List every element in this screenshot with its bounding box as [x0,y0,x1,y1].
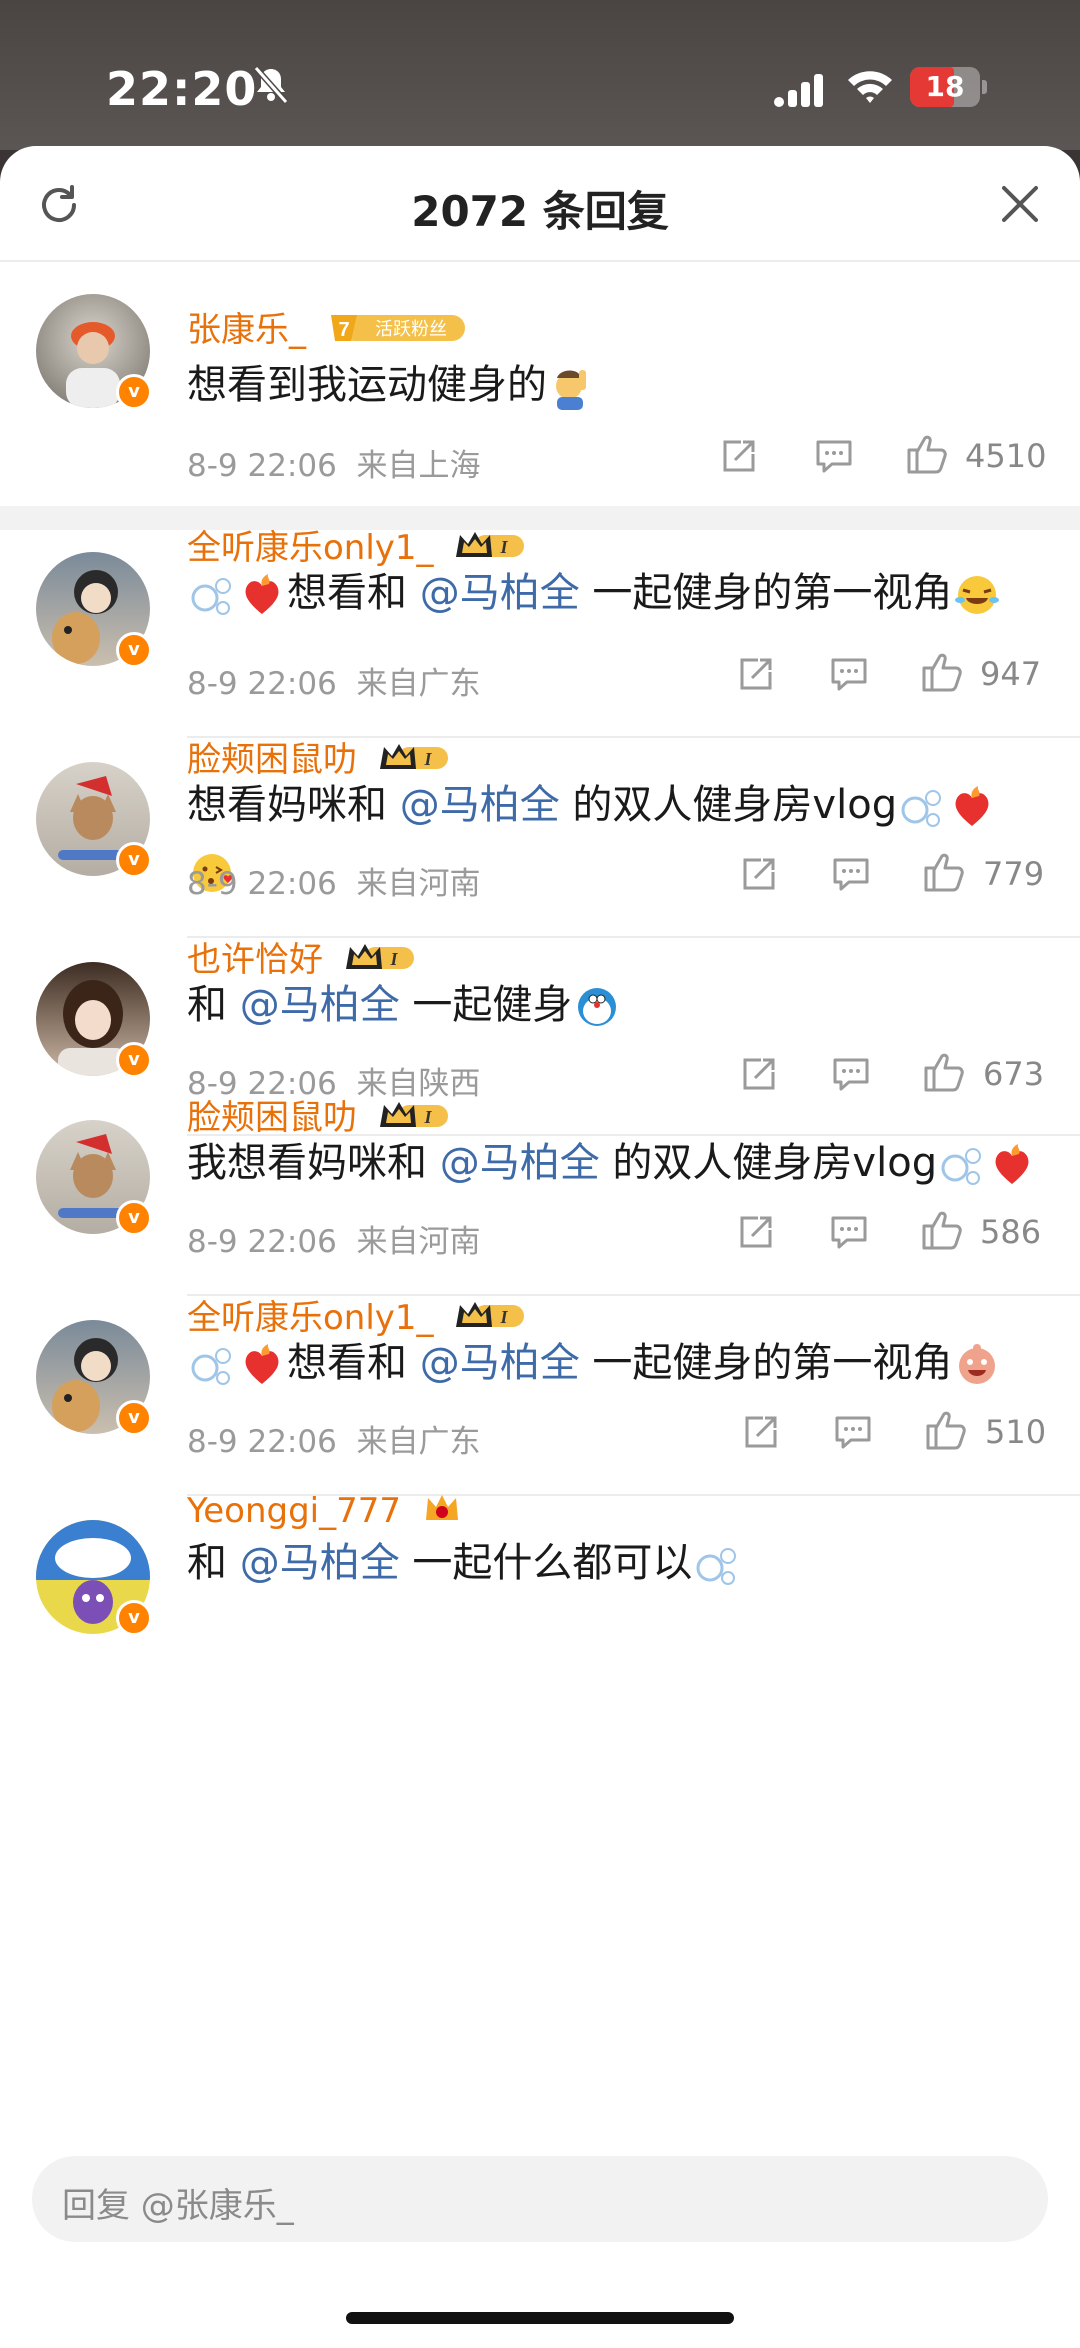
svg-text:I: I [389,949,398,969]
reply-placeholder: 回复 @张康乐_ [62,2186,294,2226]
like-count: 947 [980,655,1042,693]
share-icon[interactable] [739,1054,779,1094]
comment-icon[interactable] [829,654,869,694]
like-count: 673 [983,1055,1045,1093]
mention-link[interactable]: @马柏全 [420,570,580,616]
svg-text:I: I [423,749,432,769]
cheering-doll-emoji-icon [959,1344,996,1384]
fan-badge: 7 活跃粉丝 [327,309,467,354]
svg-text:7: 7 [338,319,349,341]
comment-username[interactable]: Yeonggi_777 [187,1490,462,1535]
burning-heart-emoji-icon [245,1344,279,1384]
avatar[interactable]: v [36,294,152,410]
svg-text:I: I [500,537,509,557]
burning-heart-emoji-icon [245,574,279,614]
battery-percent: 18 [925,70,965,103]
verified-badge: v [116,842,152,878]
share-icon[interactable] [719,436,759,476]
comment-text: 想看和 @马柏全 一起健身的第一视角 [187,560,1047,626]
comment-icon[interactable] [831,854,871,894]
like-icon[interactable] [924,1408,968,1452]
bubbles-emoji-icon [191,1348,231,1385]
mention-link[interactable]: @马柏全 [440,1140,600,1186]
avatar[interactable]: v [36,962,152,1078]
root-comment: v 张康乐_ 7 活跃粉丝 想看到我运动健身的 8-9 22:06 来自上海 4… [0,264,1080,484]
comment-meta: 8-9 22:06 来自上海 [187,448,481,484]
laughing-crying-emoji-icon [955,576,1000,614]
bell-muted-icon [253,66,289,104]
verified-badge: v [116,1600,152,1636]
comment-text: 想看和 @马柏全 一起健身的第一视角 [187,1330,1047,1396]
comment-text: 和 @马柏全 一起健身 [187,972,1047,1038]
comment-meta: 8-9 22:06 来自广东 [187,1424,481,1460]
avatar[interactable]: v [36,762,152,878]
like-icon[interactable] [905,432,949,476]
replies-sheet: 2072 条回复 v 张康乐_ 7 活跃粉丝 想看到我运动健身的 8-9 22:… [0,146,1080,2348]
svg-text:活跃粉丝: 活跃粉丝 [375,319,447,340]
like-icon[interactable] [920,650,964,694]
comment-icon[interactable] [829,1212,869,1252]
avatar[interactable]: v [36,552,152,668]
mention-link[interactable]: @马柏全 [240,982,400,1028]
wifi-icon [848,71,892,103]
share-icon[interactable] [736,654,776,694]
verified-badge: v [116,374,152,410]
comment-text: 和 @马柏全 一起什么都可以 [187,1530,1047,1596]
like-count: 779 [983,855,1045,893]
like-icon[interactable] [922,850,966,894]
avatar[interactable]: v [36,1120,152,1236]
status-bar: 22:20 18 [0,0,1080,150]
doraemon-emoji-icon [578,988,617,1026]
share-icon[interactable] [739,854,779,894]
mention-link[interactable]: @马柏全 [240,1540,400,1586]
person-raising-hand-emoji-icon [556,370,586,410]
like-count: 586 [980,1213,1042,1251]
comment-icon[interactable] [831,1054,871,1094]
burning-heart-emoji-icon [955,786,989,826]
section-divider [0,506,1080,530]
like-count: 510 [985,1413,1047,1451]
avatar[interactable]: v [36,1520,152,1636]
like-icon[interactable] [922,1050,966,1094]
mention-link[interactable]: @马柏全 [420,1340,580,1386]
verified-badge: v [116,1400,152,1436]
sheet-header: 2072 条回复 [0,146,1080,262]
bubbles-emoji-icon [941,1148,982,1185]
signal-icon [774,74,823,107]
comment-text: 我想看妈咪和 @马柏全 的双人健身房vlog [187,1130,1047,1196]
home-indicator[interactable] [346,2312,734,2324]
comment-meta: 8-9 22:06 来自广东 [187,666,481,702]
close-icon[interactable] [1000,184,1040,224]
avatar[interactable]: v [36,1320,152,1436]
comment-item: v Yeonggi_777 和 @马柏全 一起什么都可以 [0,1491,1080,1644]
bubbles-emoji-icon [696,1548,737,1585]
comment-meta: 8-9 22:06 来自河南 [187,866,481,902]
svg-text:I: I [423,1107,432,1127]
share-icon[interactable] [736,1212,776,1252]
bubbles-emoji-icon [901,790,942,827]
reply-input[interactable]: 回复 @张康乐_ [32,2156,1048,2242]
comment-username[interactable]: 张康乐_ 7 活跃粉丝 [187,302,467,354]
verified-badge: v [116,632,152,668]
comment-meta: 8-9 22:06 来自河南 [187,1224,481,1260]
page-title: 2072 条回复 [411,187,669,236]
verified-badge: v [116,1042,152,1078]
burning-heart-emoji-icon [995,1144,1029,1184]
mention-link[interactable]: @马柏全 [400,782,560,828]
svg-text:I: I [500,1307,509,1327]
battery-indicator: 18 [910,67,987,107]
crown-badge [422,1490,462,1535]
status-time: 22:20 [106,62,258,116]
comment-icon[interactable] [833,1412,873,1452]
like-icon[interactable] [920,1208,964,1252]
verified-badge: v [116,1200,152,1236]
comment-text: 想看到我运动健身的 [187,352,1047,418]
share-icon[interactable] [741,1412,781,1452]
like-count: 4510 [965,437,1047,475]
comment-icon[interactable] [814,436,854,476]
bubbles-emoji-icon [191,578,231,615]
